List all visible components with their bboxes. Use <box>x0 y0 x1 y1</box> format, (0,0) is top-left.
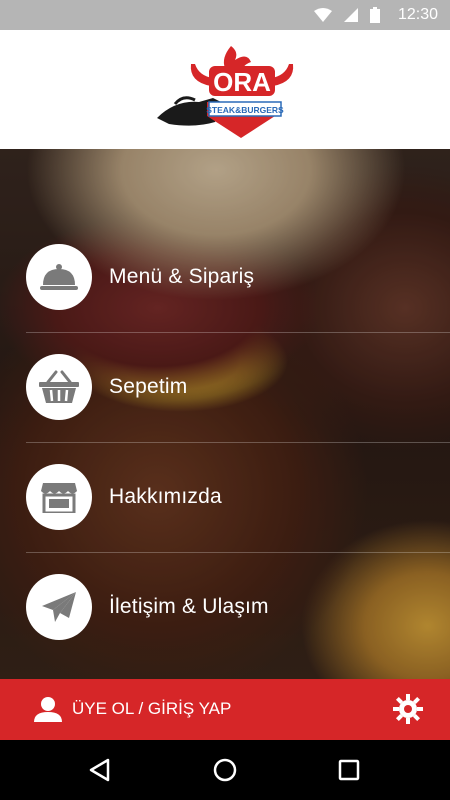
menu-item-label: Sepetim <box>109 375 188 398</box>
battery-icon <box>369 7 380 23</box>
menu-icon-circle <box>26 244 92 310</box>
home-icon <box>213 758 237 782</box>
logo-text: ORA <box>213 67 271 97</box>
basket-icon <box>39 370 79 403</box>
menu-item-cart[interactable]: Sepetim <box>0 332 450 442</box>
wifi-icon <box>313 8 332 22</box>
back-icon <box>89 758 110 782</box>
menu-item-about[interactable]: Hakkımızda <box>0 442 450 552</box>
home-button[interactable] <box>210 755 240 785</box>
menu-item-label: Menü & Sipariş <box>109 265 255 288</box>
status-bar: 12:30 <box>0 0 450 30</box>
back-button[interactable] <box>84 755 114 785</box>
app-header: ORA STEAK&BURGERS <box>0 30 450 149</box>
paper-plane-icon <box>42 592 76 622</box>
system-navigation-bar <box>0 740 450 800</box>
menu-item-contact[interactable]: İletişim & Ulaşım <box>0 552 450 662</box>
menu-icon-circle <box>26 464 92 530</box>
menu-item-label: İletişim & Ulaşım <box>109 595 269 618</box>
logo-subtext: STEAK&BURGERS <box>206 105 284 115</box>
account-bar: ÜYE OL / GİRİŞ YAP <box>0 679 450 740</box>
status-icons: 12:30 <box>313 0 450 30</box>
menu-icon-circle <box>26 574 92 640</box>
menu-icon-circle <box>26 354 92 420</box>
brand-logo: ORA STEAK&BURGERS <box>157 46 294 138</box>
recents-button[interactable] <box>334 755 364 785</box>
menu-item-label: Hakkımızda <box>109 485 222 508</box>
recents-icon <box>338 759 360 781</box>
gear-icon[interactable] <box>393 694 423 724</box>
cloche-icon <box>40 264 78 290</box>
user-icon <box>34 697 62 722</box>
menu-item-menu-order[interactable]: Menü & Sipariş <box>0 222 450 332</box>
register-login-button[interactable]: ÜYE OL / GİRİŞ YAP <box>72 699 231 719</box>
signal-icon <box>343 8 358 22</box>
status-time: 12:30 <box>397 6 438 23</box>
storefront-icon <box>41 483 77 513</box>
